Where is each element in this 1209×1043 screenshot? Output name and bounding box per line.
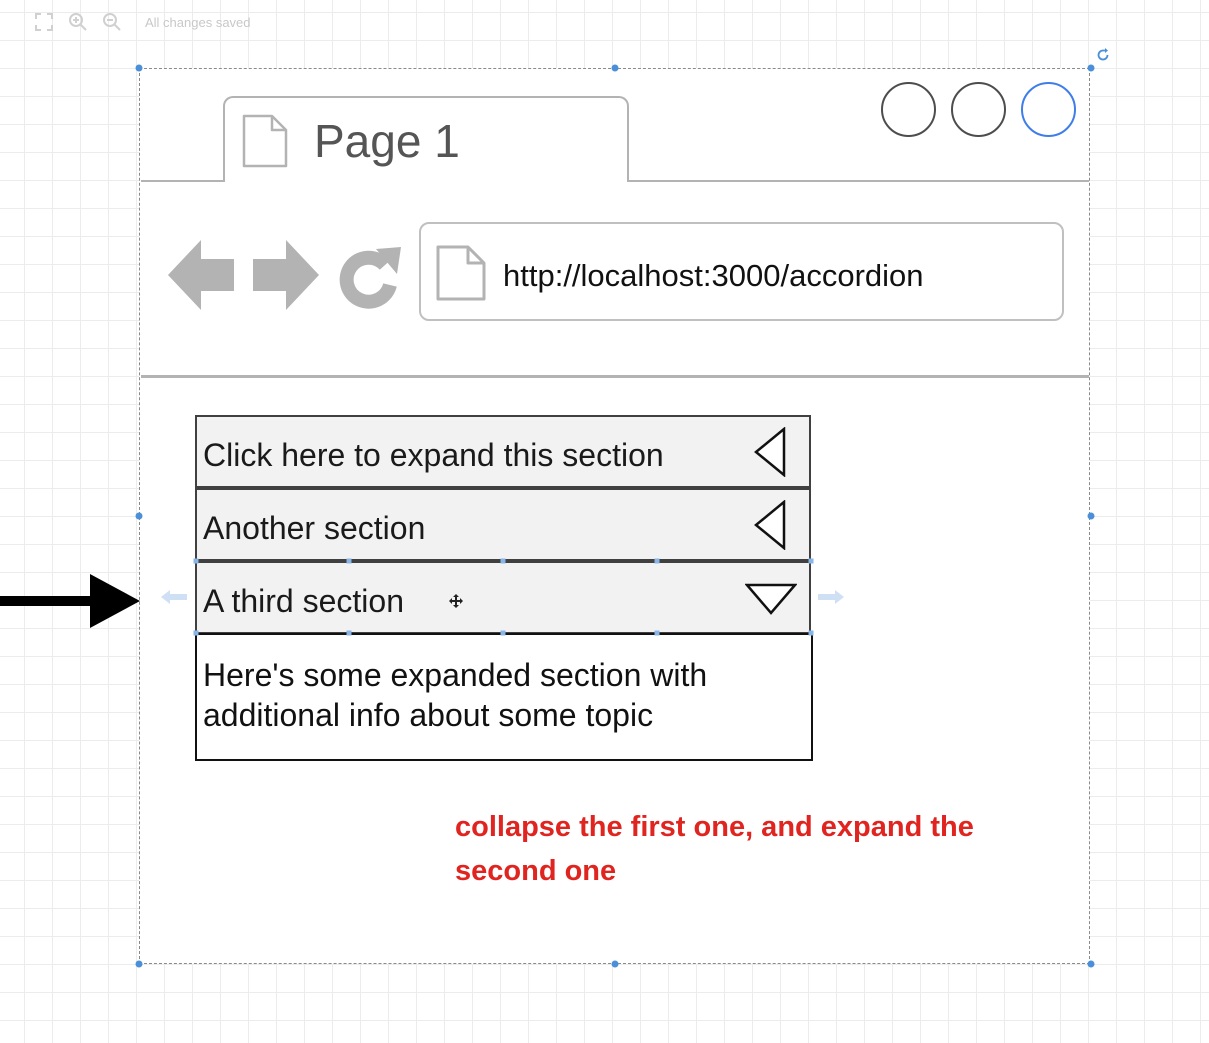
accordion-section-label: A third section [203, 583, 404, 619]
rotate-handle-icon[interactable] [1095, 47, 1111, 68]
close-button[interactable] [1021, 82, 1076, 137]
accordion-section-label: Another section [203, 510, 426, 546]
section-handle[interactable] [654, 630, 660, 636]
section-handle[interactable] [346, 630, 352, 636]
fullscreen-icon[interactable] [34, 12, 54, 32]
resize-handle-bottom[interactable] [611, 960, 619, 968]
section-handle[interactable] [808, 558, 814, 564]
pointer-arrow-icon [0, 574, 142, 633]
section-handle[interactable] [193, 630, 199, 636]
minimize-button[interactable] [881, 82, 936, 137]
document-icon [242, 114, 288, 173]
accordion-section-1[interactable]: Click here to expand this section [195, 415, 811, 488]
accordion-section-3[interactable]: A third section [195, 561, 811, 634]
reload-icon[interactable] [338, 243, 402, 314]
connect-left-arrow-icon[interactable] [161, 589, 187, 610]
editor-toolbar: All changes saved [0, 0, 300, 46]
resize-handle-top-right[interactable] [1087, 64, 1095, 72]
zoom-out-icon[interactable] [102, 12, 122, 32]
resize-handle-top-left[interactable] [135, 64, 143, 72]
collapsed-triangle-icon [753, 499, 787, 555]
section-handle[interactable] [500, 630, 506, 636]
zoom-in-icon[interactable] [68, 12, 88, 32]
collapsed-triangle-icon [753, 426, 787, 482]
section-handle[interactable] [654, 558, 660, 564]
resize-handle-top[interactable] [611, 64, 619, 72]
accordion-section-label: Click here to expand this section [203, 437, 664, 473]
resize-handle-right[interactable] [1087, 512, 1095, 520]
move-cursor-icon [449, 594, 463, 613]
save-status: All changes saved [145, 15, 251, 30]
accordion-expanded-content: Here's some expanded section with additi… [195, 633, 813, 761]
tab-bar-line-left [141, 180, 225, 182]
page-icon [436, 245, 486, 306]
resize-handle-left[interactable] [135, 512, 143, 520]
section-handle[interactable] [346, 558, 352, 564]
toolbar-divider [141, 375, 1089, 378]
url-text: http://localhost:3000/accordion [503, 258, 924, 293]
maximize-button[interactable] [951, 82, 1006, 137]
forward-arrow-icon[interactable] [253, 240, 319, 315]
connect-right-arrow-icon[interactable] [818, 589, 844, 610]
back-arrow-icon[interactable] [168, 240, 234, 315]
section-handle[interactable] [500, 558, 506, 564]
resize-handle-bottom-left[interactable] [135, 960, 143, 968]
tab-title: Page 1 [314, 115, 460, 167]
accordion-expanded-text: Here's some expanded section with additi… [203, 657, 708, 733]
tab-bar-line-right [629, 180, 1089, 182]
expanded-triangle-icon [744, 583, 798, 620]
resize-handle-bottom-right[interactable] [1087, 960, 1095, 968]
accordion-section-2[interactable]: Another section [195, 488, 811, 561]
section-handle[interactable] [808, 630, 814, 636]
section-handle[interactable] [193, 558, 199, 564]
annotation-note: collapse the first one, and expand the s… [455, 811, 974, 887]
